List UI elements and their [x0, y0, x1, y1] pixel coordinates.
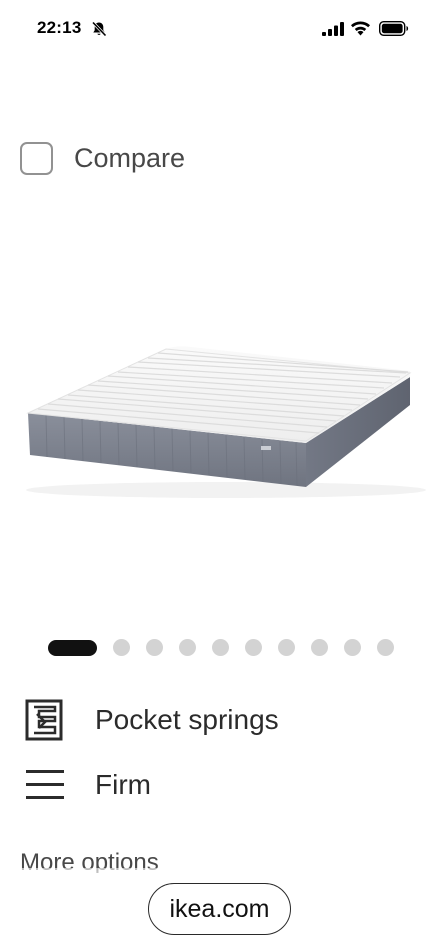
feature-firmness: Firm [25, 763, 151, 807]
carousel-dot[interactable] [212, 639, 229, 656]
status-bar: 22:13 [0, 0, 440, 58]
url-bar[interactable]: ikea.com [148, 883, 291, 935]
carousel-dot[interactable] [245, 639, 262, 656]
carousel-dot[interactable] [113, 639, 130, 656]
compare-checkbox[interactable] [20, 141, 53, 175]
carousel-dot-active[interactable] [48, 639, 97, 656]
compare-toggle[interactable]: Compare [20, 139, 185, 177]
carousel-indicator[interactable] [48, 639, 410, 656]
mattress-image[interactable] [16, 335, 426, 505]
feature-label: Pocket springs [95, 704, 279, 735]
bell-slash-icon [91, 21, 107, 37]
signal-icon [322, 22, 344, 36]
status-time: 22:13 [37, 18, 82, 37]
url-text: ikea.com [169, 894, 270, 923]
carousel-dot[interactable] [278, 639, 295, 656]
battery-icon [379, 21, 409, 36]
carousel-dot[interactable] [179, 639, 196, 656]
carousel-dot[interactable] [146, 639, 163, 656]
carousel-dot[interactable] [311, 639, 328, 656]
feature-pocket-springs: Pocket springs [25, 698, 279, 742]
firmness-icon [26, 770, 64, 799]
carousel-dot[interactable] [377, 639, 394, 656]
pocket-springs-icon [25, 699, 63, 741]
feature-label: Firm [95, 769, 151, 800]
compare-label: Compare [74, 142, 186, 173]
carousel-dot[interactable] [344, 639, 361, 656]
wifi-icon [351, 21, 370, 36]
